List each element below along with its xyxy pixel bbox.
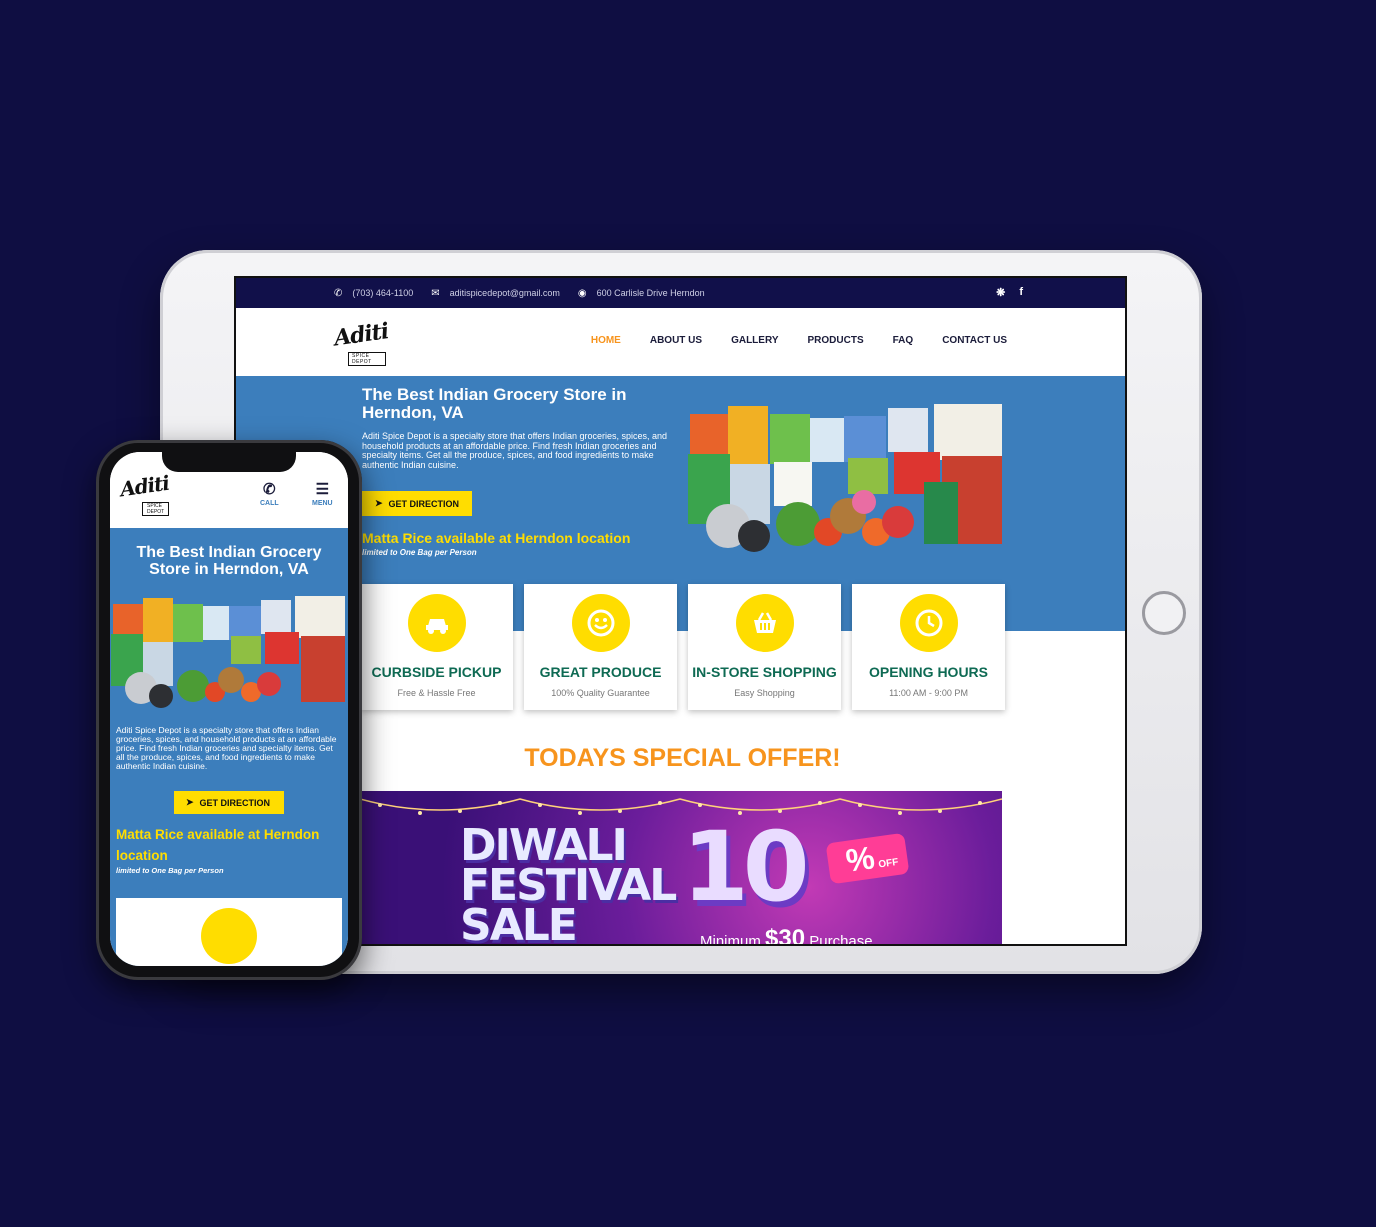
basket-icon — [735, 594, 794, 652]
special-offer-heading: TODAYS SPECIAL OFFER! — [524, 744, 841, 772]
phone-icon: ✆ — [263, 481, 276, 498]
navigation-arrow-icon: ➤ — [375, 498, 383, 508]
site-logo[interactable]: Aditi SPICE DEPOT — [332, 318, 390, 366]
logo-subtitle: SPICE DEPOT — [348, 352, 386, 366]
phone-hero-section: The Best Indian Grocery Store in Herndon… — [110, 528, 348, 966]
phone-feature-card-partial — [116, 898, 342, 966]
tablet-screen: ✆ (703) 464-1100 ✉ aditispicedepot@gmail… — [234, 276, 1127, 946]
diwali-sale-banner[interactable]: DIWALI FESTIVAL SALE 10 %OFF Minimum $30… — [360, 791, 1002, 946]
topbar-phone-text: (703) 464-1100 — [352, 288, 414, 298]
banner-minimum: Minimum $30 Purchase — [700, 925, 873, 946]
feature-subtitle: Easy Shopping — [734, 688, 795, 698]
phone-notch — [162, 452, 296, 472]
call-label: CALL — [260, 500, 279, 507]
get-direction-button[interactable]: ➤ GET DIRECTION — [362, 491, 473, 516]
tablet-home-button — [1142, 591, 1186, 635]
feature-title: IN-STORE SHOPPING — [692, 664, 837, 680]
nav-menu: HOME ABOUT US GALLERY PRODUCTS FAQ CONTA… — [591, 335, 1007, 346]
topbar-address[interactable]: ◉ 600 Carlisle Drive Herndon — [578, 288, 705, 299]
phone-get-direction-label: GET DIRECTION — [199, 797, 271, 808]
phone-announcement-text: Matta Rice available at Herndon location — [116, 827, 320, 863]
call-button[interactable]: ✆ CALL — [260, 480, 279, 507]
hero-description: Aditi Spice Depot is a specialty store t… — [362, 431, 667, 470]
feature-subtitle: 11:00 AM - 9:00 PM — [889, 688, 968, 698]
get-direction-label: GET DIRECTION — [388, 498, 460, 509]
phone-grocery-products-image — [111, 596, 345, 708]
map-pin-icon: ◉ — [577, 287, 587, 299]
nav-item-faq[interactable]: FAQ — [893, 335, 914, 346]
banner-line-3: SALE — [460, 900, 578, 946]
logo-script: Aditi — [332, 318, 390, 352]
social-links: ❋ f — [996, 286, 1023, 299]
menu-label: MENU — [312, 500, 333, 507]
phone-announcement-note: limited to One Bag per Person — [116, 866, 224, 875]
announcement-note: limited to One Bag per Person — [362, 548, 477, 557]
hero-title: The Best Indian Grocery Store in Herndon… — [362, 385, 627, 422]
banner-percent-tag: %OFF — [825, 832, 910, 885]
feature-title: CURBSIDE PICKUP — [371, 664, 502, 680]
yelp-icon[interactable]: ❋ — [996, 286, 1005, 299]
banner-minimum-suffix: Purchase — [809, 933, 873, 946]
banner-discount: 10 — [682, 811, 810, 923]
car-icon — [407, 594, 466, 652]
clock-icon — [899, 594, 958, 652]
banner-minimum-amount: $30 — [765, 925, 806, 946]
phone-get-direction-button[interactable]: ➤ GET DIRECTION — [174, 791, 284, 814]
hamburger-icon: ☰ — [315, 481, 330, 498]
phone-device: Aditi SPICE DEPOT ✆ CALL ☰ MENU The Best… — [96, 440, 362, 980]
phone-hero-description: Aditi Spice Depot is a specialty store t… — [116, 725, 337, 771]
phone-logo-script: Aditi — [118, 470, 171, 502]
banner-percent: % — [843, 839, 877, 879]
nav-item-gallery[interactable]: GALLERY — [731, 335, 778, 346]
topbar-email-text: aditispicedepot@gmail.com — [449, 288, 560, 298]
topbar-email[interactable]: ✉ aditispicedepot@gmail.com — [431, 288, 560, 299]
announcement-text: Matta Rice available at Herndon location — [362, 530, 631, 546]
string-lights-decoration — [360, 798, 1002, 815]
nav-item-home[interactable]: HOME — [591, 335, 621, 346]
feature-title: OPENING HOURS — [868, 664, 988, 680]
hero-text: The Best Indian Grocery Store in Herndon… — [362, 386, 672, 557]
phone-logo-subtitle: SPICE DEPOT — [142, 502, 170, 516]
phone-site-logo[interactable]: Aditi SPICE DEPOT — [119, 471, 170, 516]
nav-item-about-us[interactable]: ABOUT US — [650, 335, 702, 346]
grocery-products-image — [688, 404, 1002, 552]
banner-minimum-prefix: Minimum — [700, 933, 761, 946]
facebook-icon[interactable]: f — [1019, 286, 1023, 299]
phone-icon: ✆ — [334, 287, 343, 299]
feature-subtitle: 100% Quality Guarantee — [551, 688, 650, 698]
phone-hero-title: The Best Indian Grocery Store in Herndon… — [136, 544, 322, 578]
nav-item-products[interactable]: PRODUCTS — [808, 335, 864, 346]
main-navigation: Aditi SPICE DEPOT HOME ABOUT US GALLERY … — [236, 308, 1125, 376]
topbar-address-text: 600 Carlisle Drive Herndon — [596, 288, 705, 298]
navigation-arrow-icon: ➤ — [186, 797, 194, 807]
feature-card-hours: OPENING HOURS 11:00 AM - 9:00 PM — [852, 584, 1005, 710]
top-contact-bar: ✆ (703) 464-1100 ✉ aditispicedepot@gmail… — [236, 278, 1125, 308]
feature-card-in-store: IN-STORE SHOPPING Easy Shopping — [688, 584, 841, 710]
smile-icon — [571, 594, 630, 652]
topbar-phone[interactable]: ✆ (703) 464-1100 — [334, 288, 413, 299]
feature-subtitle: Free & Hassle Free — [397, 688, 476, 698]
feature-card-produce: GREAT PRODUCE 100% Quality Guarantee — [524, 584, 677, 710]
phone-screen: Aditi SPICE DEPOT ✆ CALL ☰ MENU The Best… — [110, 452, 348, 966]
features-row: CURBSIDE PICKUP Free & Hassle Free GREAT… — [360, 584, 1005, 710]
feature-icon-partial — [201, 908, 257, 964]
envelope-icon: ✉ — [431, 287, 440, 299]
nav-item-contact-us[interactable]: CONTACT US — [942, 335, 1007, 346]
feature-title: GREAT PRODUCE — [539, 664, 662, 680]
banner-headline: DIWALI FESTIVAL SALE — [460, 824, 677, 946]
menu-button[interactable]: ☰ MENU — [312, 480, 333, 507]
banner-off: OFF — [877, 856, 900, 871]
feature-card-curbside: CURBSIDE PICKUP Free & Hassle Free — [360, 584, 513, 710]
